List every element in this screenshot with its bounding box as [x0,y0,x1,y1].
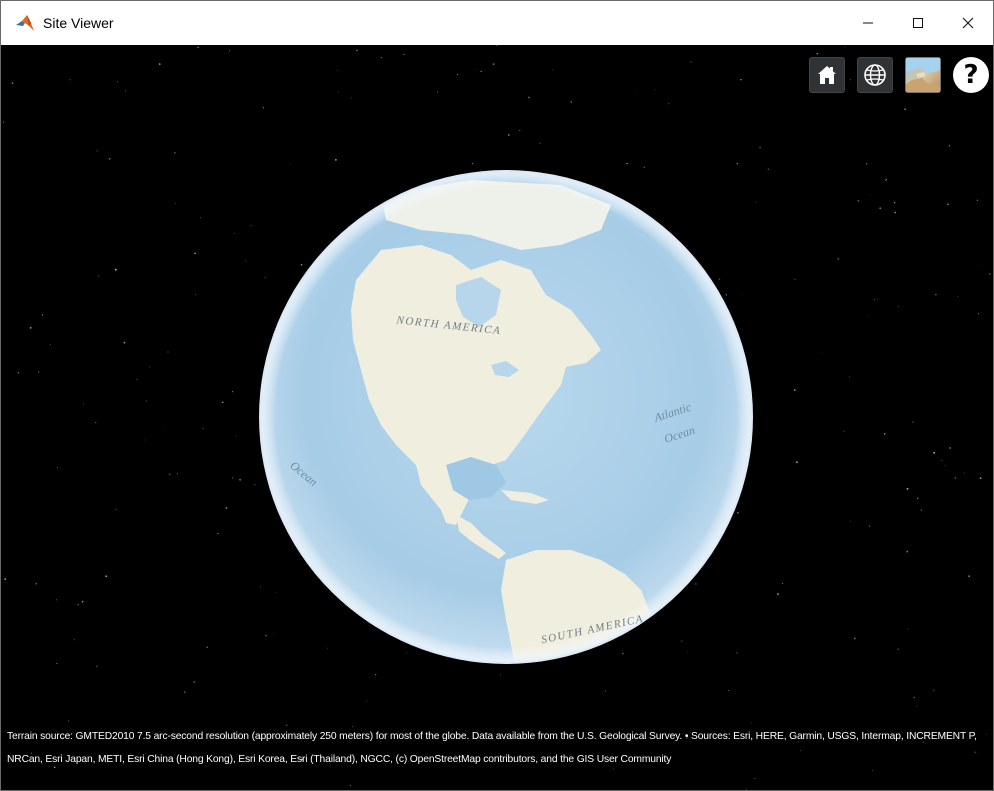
globe-icon [864,64,886,86]
site-viewer-window: Site Viewer NORTH AMERICA SOUTH AMERICA … [0,0,994,791]
minimize-button[interactable] [843,1,893,45]
help-button[interactable]: ? [953,57,989,93]
globe-toolbar: ? [797,57,989,93]
base-layer-picker-button[interactable] [905,57,941,93]
matlab-logo-icon [15,13,35,33]
close-icon [962,17,974,29]
title-bar[interactable]: Site Viewer [1,1,993,45]
minimize-icon [863,22,873,24]
scene-mode-button[interactable] [857,57,893,93]
window-controls [843,1,993,45]
globe-viewport[interactable]: NORTH AMERICA SOUTH AMERICA Atlantic Oce… [1,45,993,790]
globe[interactable]: NORTH AMERICA SOUTH AMERICA Atlantic Oce… [1,45,993,790]
window-title: Site Viewer [43,15,114,31]
home-button[interactable] [809,57,845,93]
attribution-text: Terrain source: GMTED2010 7.5 arc-second… [7,731,977,765]
base-layer-picker-icon [906,58,940,92]
close-button[interactable] [943,1,993,45]
maximize-icon [913,18,923,28]
home-icon [818,66,836,84]
maximize-button[interactable] [893,1,943,45]
